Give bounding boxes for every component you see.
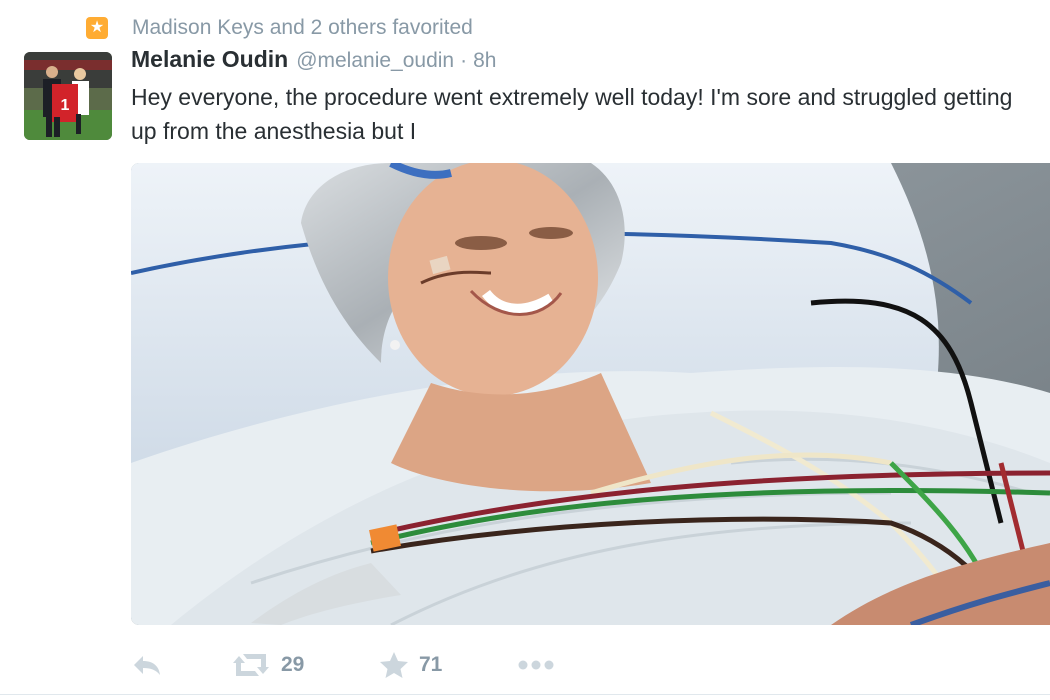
tweet-photo[interactable]: [131, 163, 1050, 625]
favorite-count: 71: [419, 653, 443, 676]
tweet-actions: 29 71: [131, 645, 555, 685]
retweet-count: 29: [281, 653, 305, 676]
favorite-star-icon: ★: [86, 17, 108, 39]
header-separator: ·: [460, 49, 468, 72]
avatar-jersey-number: 1: [61, 97, 70, 114]
star-icon: [380, 652, 408, 678]
avatar[interactable]: 1: [24, 52, 112, 140]
retweet-button[interactable]: 29: [231, 652, 379, 678]
tweet-divider: [0, 694, 1050, 695]
tweet-header: Melanie Oudin @melanie_oudin · 8h: [131, 46, 496, 78]
favorite-button[interactable]: 71: [379, 651, 517, 679]
tweet-text: Hey everyone, the procedure went extreme…: [131, 84, 1013, 144]
author-username[interactable]: @melanie_oudin: [296, 49, 454, 73]
favorited-context: ★ Madison Keys and 2 others favorited: [86, 14, 473, 42]
reply-icon: [134, 656, 160, 675]
hospital-bed-photo: [131, 163, 1050, 625]
more-button[interactable]: [517, 659, 555, 671]
retweet-icon: [233, 654, 269, 676]
more-icon: [518, 660, 554, 670]
favorited-context-text[interactable]: Madison Keys and 2 others favorited: [132, 16, 473, 40]
author-fullname[interactable]: Melanie Oudin: [131, 46, 288, 73]
avatar-image: 1: [24, 52, 112, 140]
reply-button[interactable]: [131, 653, 231, 677]
tweet-timestamp[interactable]: 8h: [473, 49, 496, 73]
